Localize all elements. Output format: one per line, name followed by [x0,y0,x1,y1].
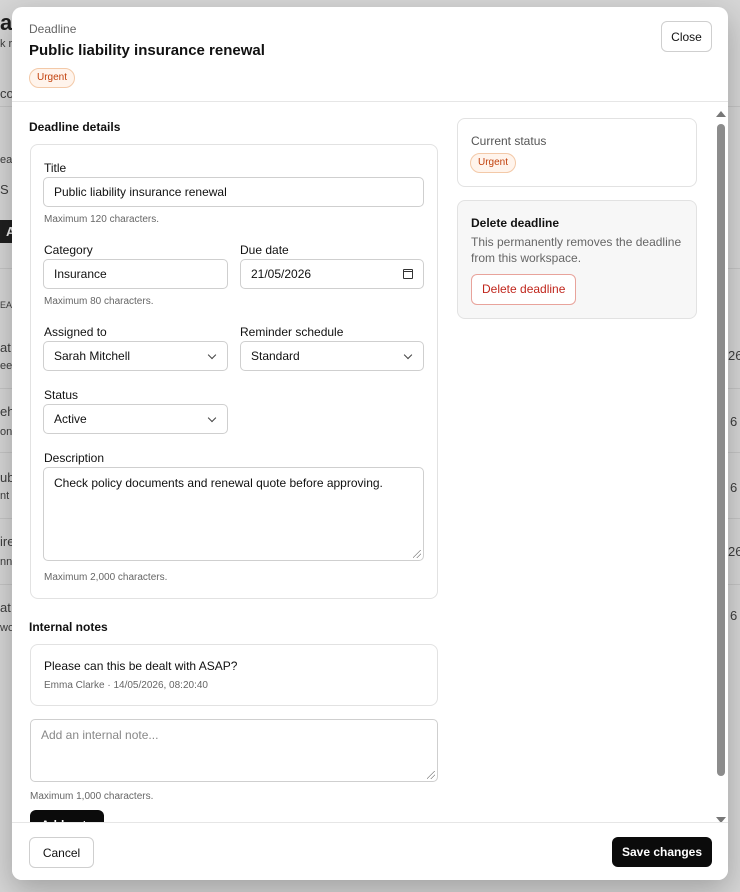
calendar-icon[interactable] [403,269,413,279]
category-help: Maximum 80 characters. [44,296,154,307]
resize-handle[interactable] [413,550,421,558]
delete-deadline-button[interactable]: Delete deadline [471,274,577,305]
deadline-details-heading: Deadline details [29,120,121,134]
status-badge: Urgent [470,153,517,173]
internal-notes-heading: Internal notes [29,620,108,634]
internal-note-help: Maximum 1,000 characters. [30,791,154,802]
internal-note-textarea[interactable]: Add an internal note... [30,719,438,782]
category-input[interactable]: Insurance [43,259,228,289]
due-date-value: 21/05/2026 [251,267,312,281]
internal-note-placeholder: Add an internal note... [41,728,159,742]
note-item: Please can this be dealt with ASAP? Emma… [30,644,438,706]
reminder-schedule-select[interactable]: Standard [240,341,424,371]
note-meta: Emma Clarke · 14/05/2026, 08:20:40 [44,680,208,691]
due-date-label: Due date [240,243,289,257]
delete-deadline-description: This permanently removes the deadline fr… [471,235,682,265]
current-status-card: Current status Urgent [457,118,697,187]
add-note-button[interactable]: Add note [30,810,104,822]
category-label: Category [44,243,93,257]
deadline-modal: Deadline Public liability insurance rene… [12,7,728,880]
scroll-thumb[interactable] [717,124,725,776]
save-changes-button[interactable]: Save changes [612,837,712,867]
chevron-down-icon [207,350,217,360]
modal-scrollbar[interactable] [716,111,726,823]
current-status-title: Current status [471,134,547,148]
modal-footer: Cancel Save changes [12,822,728,880]
chevron-down-icon [207,413,217,423]
title-label: Title [44,161,67,175]
delete-deadline-title: Delete deadline [471,216,560,230]
close-button[interactable]: Close [661,21,712,52]
delete-deadline-card: Delete deadline This permanently removes… [457,200,697,319]
deadline-details-card: Title Public liability insurance renewal… [30,144,438,599]
description-help: Maximum 2,000 characters. [44,572,168,583]
chevron-down-icon [403,350,413,360]
urgent-badge: Urgent [29,68,76,88]
reminder-schedule-label: Reminder schedule [240,325,344,339]
description-label: Description [44,451,105,465]
assigned-to-value: Sarah Mitchell [54,349,131,363]
status-value: Active [54,412,87,426]
modal-body[interactable]: Deadline details Title Public liability … [12,102,728,822]
status-label: Status [44,388,79,402]
modal-title: Public liability insurance renewal [29,42,265,59]
note-text: Please can this be dealt with ASAP? [44,659,238,673]
assigned-to-select[interactable]: Sarah Mitchell [43,341,228,371]
due-date-input[interactable]: 21/05/2026 [240,259,424,289]
cancel-button[interactable]: Cancel [29,837,94,868]
status-select[interactable]: Active [43,404,228,434]
description-textarea[interactable]: Check policy documents and renewal quote… [43,467,424,561]
modal-header: Deadline Public liability insurance rene… [12,7,728,102]
title-input[interactable]: Public liability insurance renewal [43,177,424,207]
resize-handle[interactable] [427,771,435,779]
reminder-schedule-value: Standard [251,349,300,363]
scroll-up-icon[interactable] [716,111,726,117]
modal-eyebrow: Deadline [29,22,77,36]
description-value: Check policy documents and renewal quote… [54,476,383,490]
assigned-to-label: Assigned to [44,325,107,339]
title-help: Maximum 120 characters. [44,214,160,225]
